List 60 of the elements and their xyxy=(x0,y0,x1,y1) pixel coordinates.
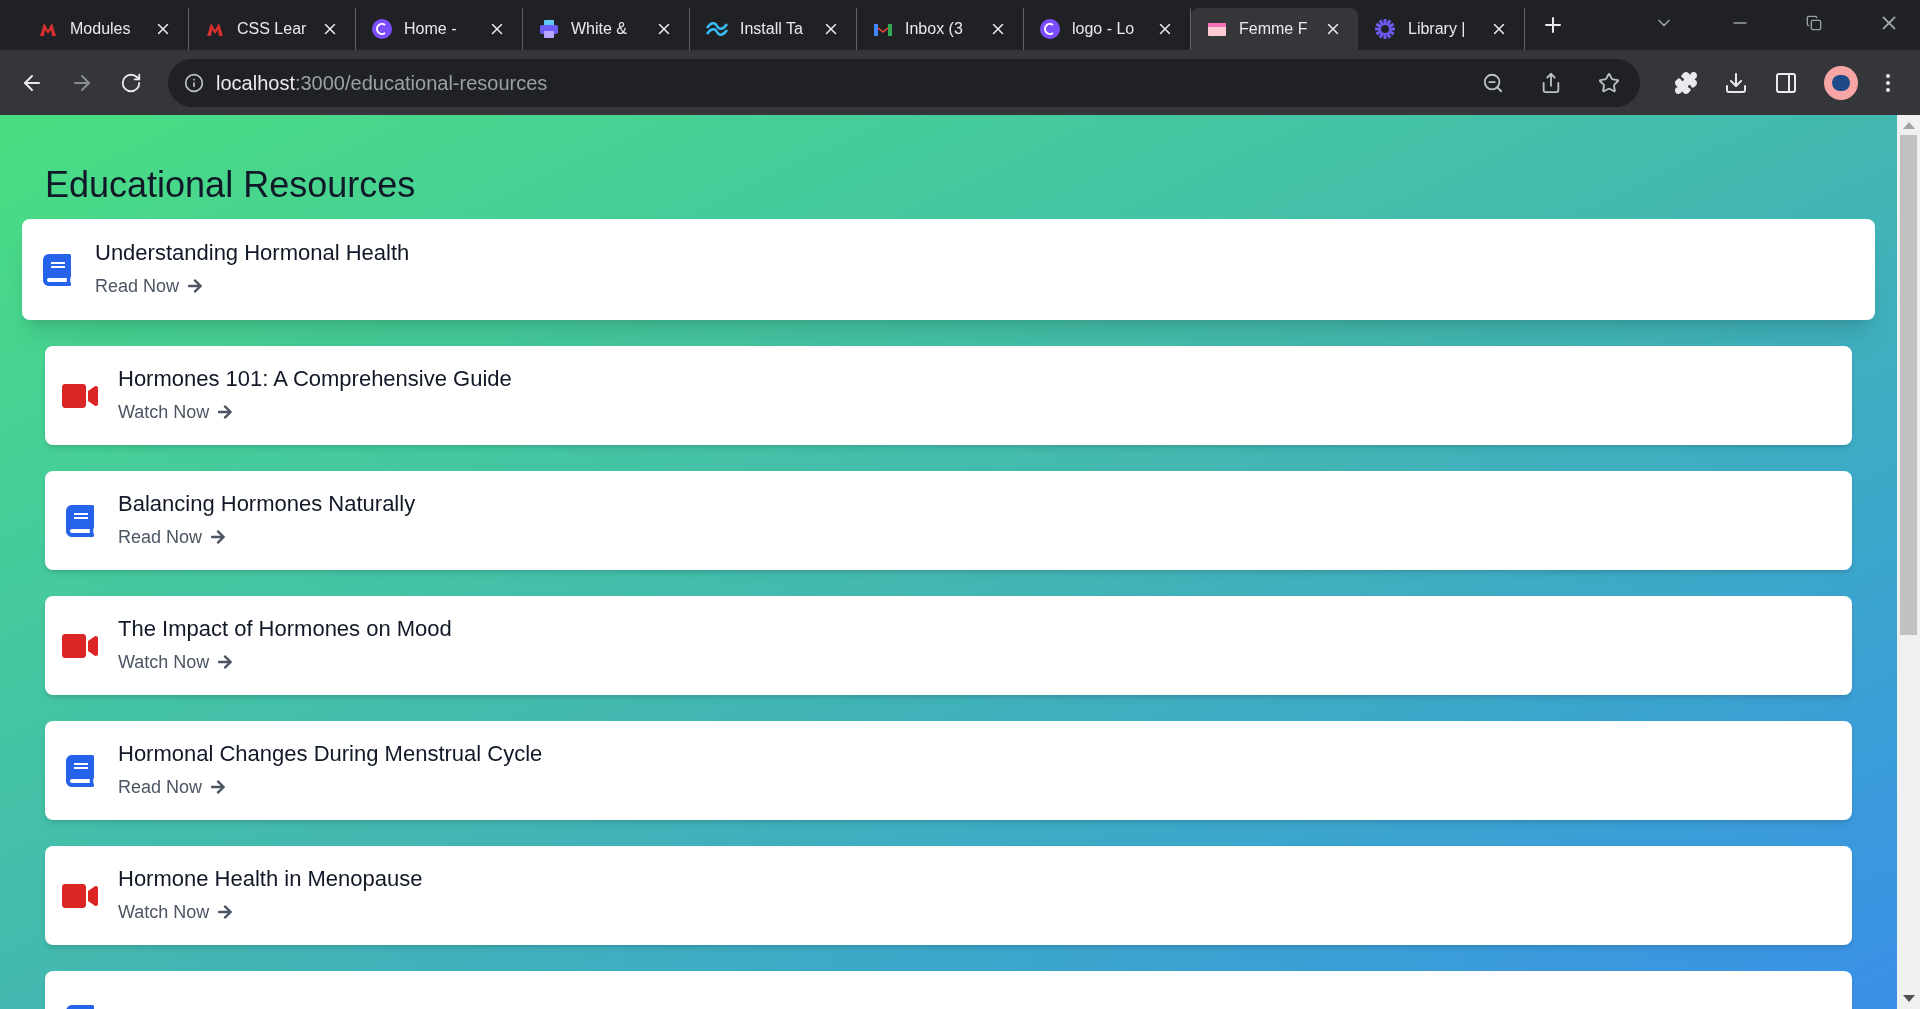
resource-link[interactable]: Watch Now xyxy=(118,648,452,676)
resource-title: The Impact of Hormones on Mood xyxy=(118,615,452,643)
tab-title: CSS Lear xyxy=(237,19,308,39)
resource-link[interactable]: Watch Now xyxy=(118,398,512,426)
m-logo-icon xyxy=(38,21,58,37)
book-icon xyxy=(64,754,96,787)
arrow-right-icon xyxy=(210,529,227,546)
scrollbar[interactable] xyxy=(1897,115,1920,1009)
tab-title: Inbox (3 xyxy=(905,19,964,39)
tab-title: Home - xyxy=(404,19,458,39)
book-icon xyxy=(64,504,96,537)
resource-link[interactable]: Watch Now xyxy=(118,898,423,926)
m-logo-icon xyxy=(205,21,225,37)
resource-link[interactable]: Read Now xyxy=(118,773,543,801)
arrow-right-icon xyxy=(187,278,204,295)
resource-title: Understanding Hormonal Health xyxy=(95,239,410,267)
resource-card[interactable]: Understanding Hormonal Health Read Now xyxy=(22,219,1875,320)
page-title: Educational Resources xyxy=(45,167,417,203)
resource-card[interactable]: Hormones 101: A Comprehensive Guide Watch Now xyxy=(45,346,1852,445)
tab-title: Modules xyxy=(70,19,132,39)
zoom-out-icon[interactable] xyxy=(1482,71,1504,94)
resource-title: Balancing Hormones Naturally xyxy=(118,490,416,518)
tab-title: Femme F xyxy=(1239,19,1309,39)
tab-title: White & xyxy=(571,19,628,39)
mail-icon xyxy=(873,21,893,37)
arrow-right-icon xyxy=(217,654,234,671)
resource-link[interactable]: Read Now xyxy=(118,523,416,551)
c-logo-icon xyxy=(1040,19,1060,39)
arrow-right-icon xyxy=(210,779,227,796)
c-logo-icon xyxy=(372,19,392,39)
resource-card[interactable]: The Impact of Hormones on Mood Watch Now xyxy=(45,596,1852,695)
wave-icon xyxy=(706,22,728,36)
reload-icon[interactable] xyxy=(120,71,142,94)
download-icon[interactable] xyxy=(1724,70,1748,95)
address-bar[interactable]: localhost:3000/educational-resources xyxy=(168,58,1640,107)
browser-tab[interactable]: Femme F xyxy=(1191,8,1358,50)
resource-card[interactable]: Hormonal Changes During Menstrual Cycle Read Now xyxy=(45,721,1852,820)
profile-avatar[interactable] xyxy=(1824,65,1858,100)
restore-icon[interactable] xyxy=(1806,15,1822,31)
book-icon xyxy=(41,253,73,286)
share-icon[interactable] xyxy=(1540,71,1562,94)
arrow-right-icon xyxy=(217,404,234,421)
tab-title: logo - Lo xyxy=(1072,19,1136,39)
bookmark-star-icon[interactable] xyxy=(1598,71,1620,94)
resource-title: Hormones 101: A Comprehensive Guide xyxy=(118,365,512,393)
resource-title: Hormone Health in Menopause xyxy=(118,865,423,893)
calendar-icon xyxy=(1207,21,1227,37)
tab-title: Library | xyxy=(1408,19,1467,39)
printer-icon xyxy=(539,19,559,39)
gear-icon xyxy=(1374,18,1396,40)
side-panel-icon[interactable] xyxy=(1774,70,1798,95)
resource-card[interactable]: Balancing Hormones Naturally Read Now xyxy=(45,471,1852,570)
url-text: localhost:3000/educational-resources xyxy=(216,70,549,96)
extensions-icon[interactable] xyxy=(1674,70,1698,95)
arrow-right-icon xyxy=(217,904,234,921)
info-icon xyxy=(184,72,204,93)
tab-title: Install Ta xyxy=(740,19,804,39)
resource-title: Hormonal Changes During Menstrual Cycle xyxy=(118,740,543,768)
resource-card[interactable]: Hormone Health in Menopause Watch Now xyxy=(45,846,1852,945)
resource-link[interactable]: Read Now xyxy=(95,272,410,300)
